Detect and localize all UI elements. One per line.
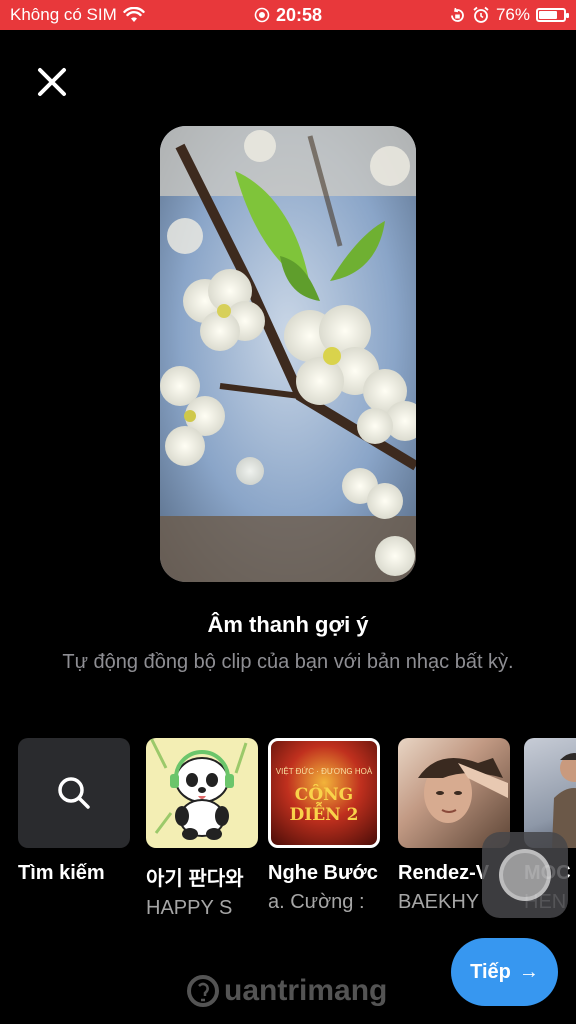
battery-percent: 76% [495,5,530,24]
next-button[interactable]: Tiếp → [451,938,558,1006]
status-bar: Không có SIM 20:58 76% [0,0,576,30]
watermark-text: uantrimang [224,974,388,1007]
flower-image [160,126,416,582]
close-icon [38,68,66,96]
tile-label: Nghe Bước [268,862,378,884]
close-button[interactable] [32,62,72,102]
tile-label: Tìm kiếm [18,862,105,884]
screen-recording-icon [254,7,270,23]
arrow-right-icon: → [518,960,539,983]
alarm-icon [473,6,489,23]
tile-label: 아기 판다와 [146,868,244,890]
battery-level [539,11,558,19]
album-art-cong-dien: VIỆT ĐỨC · ĐƯƠNG HOÀ CÔNG DIỄN 2 [268,738,380,848]
battery-icon [536,8,569,22]
search-tile-thumb[interactable] [18,738,130,848]
assistive-touch-button[interactable] [482,832,568,918]
panda-illustration [149,738,248,840]
assistive-touch-icon [499,849,551,901]
carrier-label: Không có SIM [10,5,117,24]
clock: 20:58 [275,4,323,25]
search-icon [58,777,90,809]
next-button-label: Tiếp [470,960,511,983]
tile-artist: HAPPY S [146,897,233,918]
album-art-rendez-vous [398,738,510,848]
rotation-lock-icon [451,7,464,22]
audio-tile[interactable]: 아기 판다와 HAPPY S [146,738,258,918]
watermark: uantrimang [186,974,387,1008]
suggested-audio-subtitle: Tự động đồng bộ clip của bạn với bản nhạ… [62,651,514,673]
watermark-logo-icon [187,975,219,1007]
album-art-title: CÔNG DIỄN 2 [289,785,359,825]
album-art-panda [146,738,258,848]
status-left: Không có SIM [10,5,145,25]
suggested-audio-title: Âm thanh gợi ý [207,612,369,637]
audio-tile-selected[interactable]: VIỆT ĐỨC · ĐƯƠNG HOÀ CÔNG DIỄN 2 Nghe Bư… [268,738,380,914]
search-tile[interactable]: Tìm kiếm [18,738,130,885]
portrait-illustration [418,758,508,823]
album-art-caption: VIỆT ĐỨC · ĐƯƠNG HOÀ [275,767,373,776]
clip-preview[interactable] [160,126,416,582]
status-right: 76% [449,5,569,25]
tile-artist: a. Cường : [268,891,365,913]
wifi-icon [123,7,145,22]
status-center: 20:58 [254,5,322,26]
